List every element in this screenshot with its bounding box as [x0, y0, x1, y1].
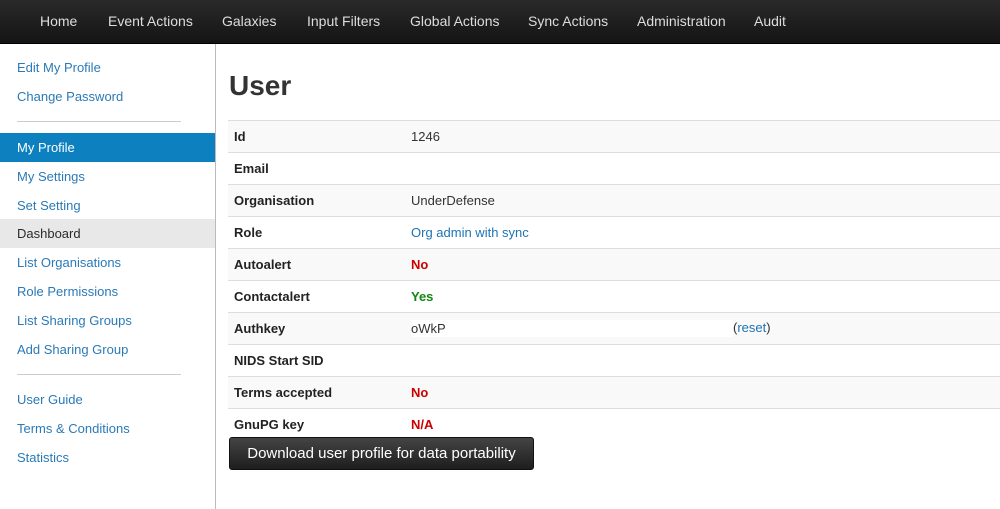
sidebar-item-terms-conditions[interactable]: Terms & Conditions [0, 414, 215, 443]
terms-accepted-value: No [411, 385, 429, 400]
authkey-value: oWkP [411, 320, 733, 338]
sidebar-item-list-organisations[interactable]: List Organisations [0, 248, 215, 277]
nav-administration[interactable]: Administration [637, 0, 726, 43]
main-content: User Id 1246 Email Organisation UnderDef… [217, 44, 1000, 509]
sidebar-item-dashboard[interactable]: Dashboard [0, 219, 215, 248]
nav-galaxies[interactable]: Galaxies [222, 0, 276, 43]
sidebar-item-my-settings[interactable]: My Settings [0, 162, 215, 191]
sidebar-item-edit-my-profile[interactable]: Edit My Profile [0, 53, 215, 82]
sidebar-item-statistics[interactable]: Statistics [0, 443, 215, 472]
sidebar: Edit My Profile Change Password My Profi… [0, 44, 216, 509]
sidebar-divider [17, 121, 181, 122]
profile-table: Id 1246 Email Organisation UnderDefense … [228, 120, 1000, 440]
sidebar-item-my-profile[interactable]: My Profile [0, 133, 215, 162]
sidebar-item-set-setting[interactable]: Set Setting [0, 191, 215, 220]
row-value-id: 1246 [411, 120, 1000, 153]
row-value-nids-start-sid [411, 344, 1000, 377]
row-value-role-cell: Org admin with sync [411, 216, 1000, 249]
table-row: Organisation UnderDefense [228, 184, 1000, 217]
authkey-reset-link[interactable]: reset [737, 320, 766, 335]
autoalert-value: No [411, 257, 429, 272]
sidebar-item-user-guide[interactable]: User Guide [0, 385, 215, 414]
table-row: Contactalert Yes [228, 280, 1000, 313]
row-label-contactalert: Contactalert [228, 280, 411, 313]
contactalert-value: Yes [411, 289, 434, 304]
sidebar-item-add-sharing-group[interactable]: Add Sharing Group [0, 335, 215, 364]
row-value-organisation: UnderDefense [411, 184, 1000, 217]
row-value-gnupg-cell: N/A [411, 408, 1000, 440]
row-label-terms-accepted: Terms accepted [228, 376, 411, 409]
table-row: Role Org admin with sync [228, 216, 1000, 249]
page-title: User [229, 70, 292, 101]
gnupg-key-value: N/A [411, 417, 434, 432]
table-row: Id 1246 [228, 120, 1000, 153]
reset-close-paren: ) [766, 319, 771, 335]
row-value-terms-cell: No [411, 376, 1000, 409]
table-row: GnuPG key N/A [228, 408, 1000, 440]
row-label-organisation: Organisation [228, 184, 411, 217]
nav-sync-actions[interactable]: Sync Actions [528, 0, 608, 43]
nav-event-actions[interactable]: Event Actions [108, 0, 193, 43]
row-label-role: Role [228, 216, 411, 249]
download-profile-button[interactable]: Download user profile for data portabili… [229, 437, 534, 470]
row-value-contactalert-cell: Yes [411, 280, 1000, 313]
sidebar-item-role-permissions[interactable]: Role Permissions [0, 277, 215, 306]
row-label-id: Id [228, 120, 411, 153]
sidebar-item-change-password[interactable]: Change Password [0, 82, 215, 111]
top-navigation-bar: Home Event Actions Galaxies Input Filter… [0, 0, 1000, 44]
row-value-authkey-cell: oWkP (reset) [411, 312, 1000, 345]
table-row: Email [228, 152, 1000, 185]
nav-home[interactable]: Home [40, 0, 77, 43]
table-row: NIDS Start SID [228, 344, 1000, 377]
role-link[interactable]: Org admin with sync [411, 225, 529, 240]
sidebar-divider [17, 374, 181, 375]
row-label-authkey: Authkey [228, 312, 411, 345]
nav-global-actions[interactable]: Global Actions [410, 0, 500, 43]
sidebar-item-list-sharing-groups[interactable]: List Sharing Groups [0, 306, 215, 335]
table-row: Autoalert No [228, 248, 1000, 281]
row-label-email: Email [228, 152, 411, 185]
table-row: Authkey oWkP (reset) [228, 312, 1000, 345]
row-value-email [411, 152, 1000, 185]
row-label-gnupg-key: GnuPG key [228, 408, 411, 440]
row-value-autoalert-cell: No [411, 248, 1000, 281]
table-row: Terms accepted No [228, 376, 1000, 409]
row-label-autoalert: Autoalert [228, 248, 411, 281]
row-label-nids-start-sid: NIDS Start SID [228, 344, 411, 377]
nav-audit[interactable]: Audit [754, 0, 786, 43]
nav-input-filters[interactable]: Input Filters [307, 0, 380, 43]
